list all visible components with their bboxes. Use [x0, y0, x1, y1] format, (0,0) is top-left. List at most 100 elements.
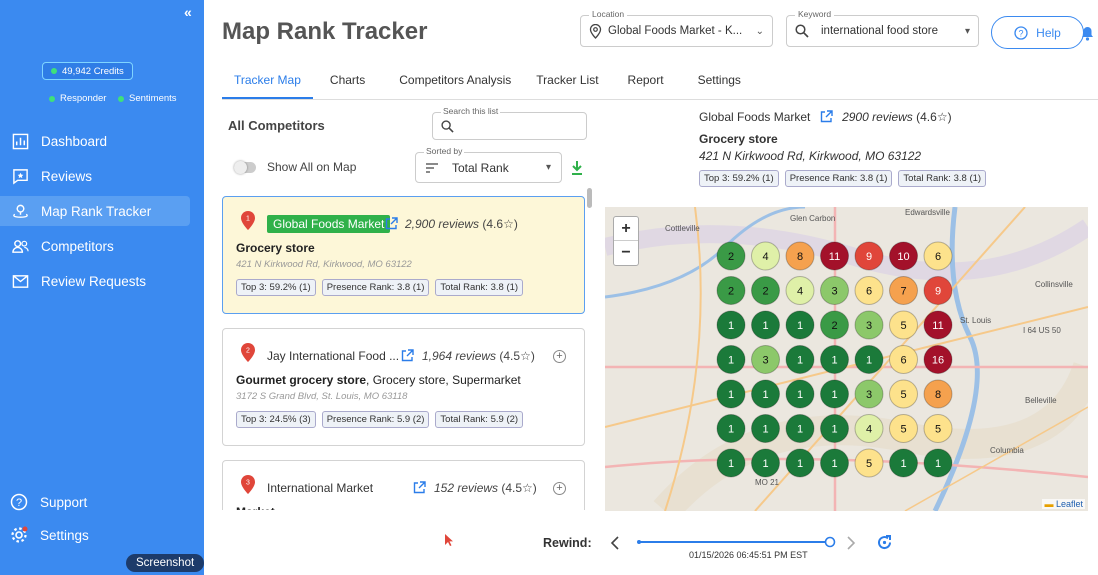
location-value: Global Foods Market - K...: [608, 25, 743, 37]
chevron-right-icon[interactable]: [846, 536, 856, 550]
rank-marker[interactable]: 8: [923, 379, 953, 409]
rank-marker[interactable]: 4: [751, 241, 780, 271]
rank-marker[interactable]: 10: [889, 241, 918, 271]
rank-marker[interactable]: 1: [751, 379, 780, 409]
chevron-left-icon[interactable]: [610, 536, 620, 550]
collapse-sidebar-icon[interactable]: «: [184, 4, 192, 20]
support-link[interactable]: ? Support: [10, 493, 87, 511]
rank-marker[interactable]: 1: [820, 379, 849, 409]
map-canvas[interactable]: Cottleville Glen Carbon Edwardsville Collin…: [605, 207, 1088, 511]
total-pill: Total Rank: 3.8 (1): [435, 279, 524, 296]
external-link-icon[interactable]: [820, 110, 833, 123]
tab-competitors-analysis[interactable]: Competitors Analysis: [387, 70, 523, 99]
rank-marker[interactable]: 7: [889, 276, 918, 305]
tab-report[interactable]: Report: [616, 70, 676, 99]
rank-marker[interactable]: 1: [751, 414, 780, 443]
rank-marker[interactable]: 2: [751, 276, 780, 305]
sidebar-item-map-rank-tracker[interactable]: Map Rank Tracker: [0, 196, 190, 226]
external-link-icon[interactable]: [413, 481, 426, 494]
rank-marker[interactable]: 1: [716, 414, 746, 443]
rank-marker[interactable]: 1: [716, 448, 746, 478]
leaflet-attribution[interactable]: ▬ Leaflet: [1042, 499, 1085, 509]
rank-marker[interactable]: 1: [716, 379, 746, 409]
rank-value: 1: [797, 355, 803, 367]
location-select[interactable]: Location Global Foods Market - K... ⌄: [580, 9, 773, 47]
rank-marker[interactable]: 5: [923, 414, 953, 443]
rank-marker[interactable]: 3: [751, 345, 780, 374]
rank-marker[interactable]: 6: [889, 345, 918, 374]
rank-marker[interactable]: 1: [751, 310, 780, 340]
rank-marker[interactable]: 4: [854, 414, 884, 443]
rank-marker[interactable]: 2: [716, 276, 746, 305]
rank-marker[interactable]: 2: [820, 310, 849, 340]
show-all-toggle[interactable]: [234, 161, 256, 174]
rank-marker[interactable]: 9: [923, 276, 953, 305]
rank-marker[interactable]: 1: [785, 379, 815, 409]
competitor-card[interactable]: 3 International Market 152 reviews (4.5☆…: [222, 460, 585, 510]
rank-marker[interactable]: 3: [854, 310, 884, 340]
search-icon: [795, 24, 809, 38]
competitor-card[interactable]: 2 Jay International Food ... 1,964 revie…: [222, 328, 585, 446]
help-button[interactable]: ? Help: [991, 16, 1084, 49]
list-scrollbar[interactable]: [587, 188, 592, 208]
tab-bar: Tracker Map Charts Competitors Analysis …: [222, 70, 1098, 100]
external-link-icon[interactable]: [401, 349, 414, 362]
rank-marker[interactable]: 4: [785, 276, 815, 305]
rank-marker[interactable]: 5: [889, 414, 918, 443]
rank-marker[interactable]: 6: [854, 276, 884, 305]
rank-marker[interactable]: 1: [854, 345, 884, 374]
competitor-card[interactable]: 1 Global Foods Market 2,900 reviews (4.6…: [222, 196, 585, 314]
rank-marker[interactable]: 1: [785, 414, 815, 443]
sidebar-item-reviews[interactable]: Reviews: [0, 161, 190, 191]
rank-marker[interactable]: 5: [889, 310, 918, 340]
screenshot-button[interactable]: Screenshot: [126, 554, 205, 572]
rank-marker[interactable]: 11: [820, 241, 849, 271]
rank-marker[interactable]: 5: [854, 448, 884, 478]
rank-marker[interactable]: 1: [889, 448, 918, 478]
presence-label: Presence Rank:: [789, 173, 858, 184]
rank-marker[interactable]: 1: [820, 448, 849, 478]
rank-marker[interactable]: 2: [716, 241, 746, 271]
settings-link[interactable]: Settings: [10, 526, 89, 544]
rank-marker[interactable]: 3: [854, 379, 884, 409]
rewind-slider[interactable]: [636, 535, 836, 549]
keyword-select[interactable]: Keyword international food store ▾: [786, 9, 979, 47]
rank-marker[interactable]: 1: [785, 310, 815, 340]
rank-marker[interactable]: 1: [716, 345, 746, 374]
rank-marker[interactable]: 9: [854, 241, 884, 271]
zoom-out-button[interactable]: −: [614, 241, 638, 265]
rank-value: 2: [762, 286, 768, 298]
sidebar-item-review-requests[interactable]: Review Requests: [0, 266, 190, 296]
rank-marker[interactable]: 1: [785, 448, 815, 478]
rank-marker[interactable]: 1: [820, 345, 849, 374]
bell-icon[interactable]: [1080, 24, 1095, 41]
tab-settings[interactable]: Settings: [686, 70, 753, 99]
rank-marker[interactable]: 8: [785, 241, 815, 271]
zoom-in-button[interactable]: +: [614, 217, 638, 241]
rank-marker[interactable]: 11: [923, 310, 953, 340]
rank-marker[interactable]: 1: [820, 414, 849, 443]
tab-tracker-map[interactable]: Tracker Map: [222, 70, 313, 99]
rank-marker[interactable]: 1: [716, 310, 746, 340]
download-icon[interactable]: [571, 160, 583, 176]
rank-marker[interactable]: 3: [820, 276, 849, 305]
refresh-icon[interactable]: [876, 534, 893, 551]
sidebar-item-competitors[interactable]: Competitors: [0, 231, 190, 261]
add-icon[interactable]: +: [553, 350, 566, 363]
sort-select[interactable]: Sorted by Total Rank ▾: [415, 146, 562, 183]
total-value: 3.8 (1): [953, 173, 982, 184]
rank-marker[interactable]: 1: [751, 448, 780, 478]
external-link-icon[interactable]: [385, 217, 398, 230]
rank-marker[interactable]: 16: [923, 345, 953, 374]
add-icon[interactable]: +: [553, 482, 566, 495]
tab-tracker-list[interactable]: Tracker List: [524, 70, 610, 99]
rank-marker[interactable]: 5: [889, 379, 918, 409]
search-list-input[interactable]: Search this list: [432, 106, 587, 140]
sidebar-item-dashboard[interactable]: Dashboard: [0, 126, 190, 156]
rank-marker[interactable]: 1: [923, 448, 953, 478]
tab-charts[interactable]: Charts: [318, 70, 377, 99]
rank-marker[interactable]: 6: [923, 241, 953, 271]
rank-marker[interactable]: 1: [785, 345, 815, 374]
presence-pill: Presence Rank: 3.8 (1): [784, 170, 893, 187]
rank-map[interactable]: Cottleville Glen Carbon Edwardsville Collin…: [605, 207, 1088, 511]
